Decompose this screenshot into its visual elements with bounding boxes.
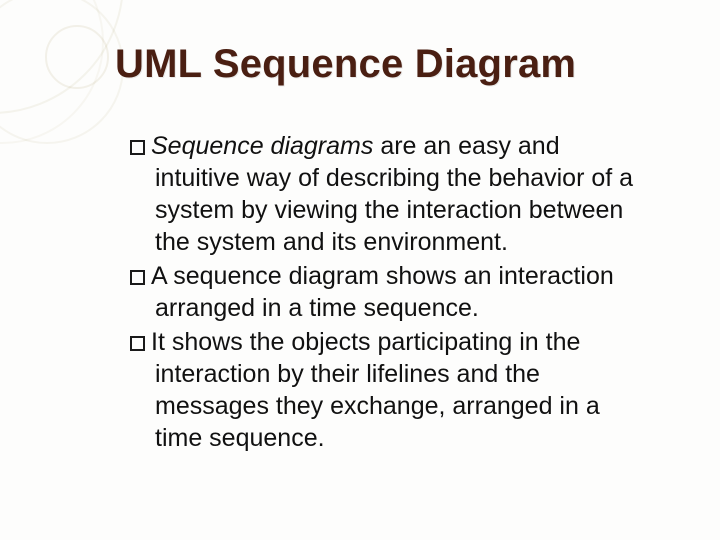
bullet-item: It shows the objects participating in th… [130, 326, 650, 454]
bullet-text: A sequence diagram shows an interaction … [151, 262, 614, 322]
bullet-icon [130, 140, 145, 155]
bullet-lead: Sequence diagrams [151, 132, 373, 160]
slide-body: Sequence diagrams are an easy and intuit… [130, 130, 650, 456]
bullet-item: A sequence diagram shows an interaction … [130, 260, 650, 324]
decorative-circle [45, 25, 109, 89]
bullet-icon [130, 336, 145, 351]
bullet-text: It shows the objects participating in th… [151, 328, 600, 452]
slide: UML Sequence Diagram Sequence diagrams a… [0, 0, 720, 540]
bullet-item: Sequence diagrams are an easy and intuit… [130, 130, 650, 258]
slide-title: UML Sequence Diagram [115, 42, 576, 87]
bullet-icon [130, 270, 145, 285]
